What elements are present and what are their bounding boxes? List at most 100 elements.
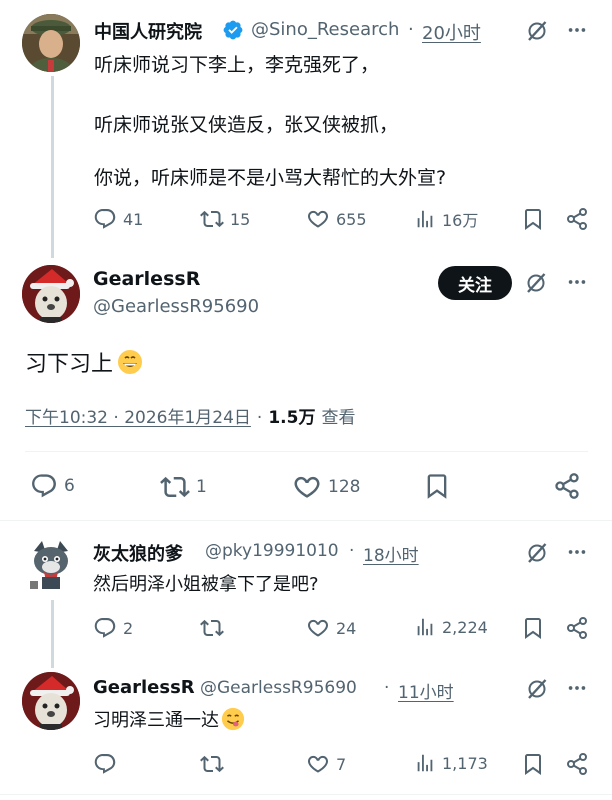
avatar-image: [22, 265, 80, 323]
bookmark-icon[interactable]: [521, 752, 545, 776]
post-meta: 下午10:32 · 2026年1月24日 · 1.5万 查看: [25, 403, 355, 428]
grok-icon[interactable]: [525, 19, 549, 43]
share-icon[interactable]: [565, 616, 589, 640]
author-name[interactable]: GearlessR: [93, 677, 195, 698]
views-count: 1,173: [442, 753, 488, 773]
separator-dot: ·: [408, 19, 414, 40]
author-handle[interactable]: @pky19991010: [205, 541, 339, 561]
post-text-content: 习明泽三通一达: [93, 710, 219, 731]
reply-icon: [93, 207, 117, 231]
post-text-line-2: 听床师说张又侠造反，张又侠被抓，: [94, 114, 399, 136]
grin-emoji-icon: [117, 349, 143, 375]
like-button[interactable]: 128: [292, 472, 360, 502]
divider: [25, 451, 588, 452]
grok-icon[interactable]: [525, 541, 549, 565]
avatar[interactable]: [22, 14, 80, 72]
views-count: 16万: [442, 211, 479, 230]
bookmark-icon[interactable]: [521, 616, 545, 640]
repost-count: 15: [230, 209, 251, 229]
views-button[interactable]: 1,173: [414, 752, 488, 774]
author-name[interactable]: GearlessR: [93, 268, 200, 290]
post-text: 习下习上: [25, 346, 143, 378]
thread-line: [51, 600, 54, 668]
post-text: 然后明泽小姐被拿下了是吧?: [93, 574, 319, 595]
separator-dot: ·: [349, 541, 355, 561]
like-count: 7: [336, 754, 347, 774]
reply-icon: [30, 472, 58, 500]
post-time[interactable]: 20小时: [422, 19, 481, 45]
like-icon: [292, 472, 322, 502]
share-icon[interactable]: [553, 472, 581, 500]
post-text-content: 习下习上: [25, 352, 114, 377]
views-button[interactable]: 2,224: [414, 616, 488, 638]
divider: [0, 794, 612, 795]
follow-button[interactable]: 关注: [438, 266, 512, 300]
verified-badge-icon: [222, 19, 244, 41]
post-text: 习明泽三通一达: [93, 706, 245, 732]
like-count: 24: [336, 618, 357, 638]
post-time[interactable]: 18小时: [363, 541, 419, 566]
reply-button[interactable]: 41: [93, 207, 143, 231]
views-button[interactable]: 16万: [414, 207, 478, 231]
separator-dot: ·: [384, 678, 390, 698]
reply-icon: [93, 752, 117, 776]
avatar[interactable]: [22, 265, 80, 323]
author-name[interactable]: 灰太狼的爹: [93, 540, 183, 566]
more-icon[interactable]: [566, 19, 588, 41]
like-button[interactable]: 7: [306, 752, 346, 776]
author-handle[interactable]: @Sino_Research: [251, 19, 399, 40]
more-icon[interactable]: [566, 541, 588, 563]
repost-button[interactable]: [200, 752, 230, 776]
more-icon[interactable]: [566, 271, 588, 293]
repost-button[interactable]: 1: [160, 472, 207, 502]
avatar-image: [22, 14, 80, 72]
reply-button[interactable]: 6: [30, 472, 75, 500]
reply-count: 2: [123, 618, 134, 638]
author-name[interactable]: 中国人研究院: [94, 18, 202, 44]
bookmark-icon[interactable]: [521, 207, 545, 231]
reply-count: 41: [123, 209, 144, 229]
views-count: 2,224: [442, 617, 488, 637]
reply-count: 6: [64, 476, 75, 496]
views-icon: [414, 208, 436, 230]
views-label: 查看: [321, 408, 356, 428]
repost-button[interactable]: [200, 616, 230, 640]
views-icon: [414, 752, 436, 774]
repost-icon: [200, 207, 224, 231]
reply-button[interactable]: 2: [93, 616, 133, 640]
post-text-line-3: 你说，听床师是不是小骂大帮忙的大外宣?: [94, 167, 447, 189]
reply-icon: [93, 616, 117, 640]
yum-emoji-icon: [221, 707, 245, 731]
follow-label: 关注: [458, 275, 492, 296]
avatar[interactable]: [22, 672, 80, 730]
author-handle[interactable]: @GearlessR95690: [200, 678, 357, 698]
views-count: 1.5万: [268, 408, 316, 428]
like-button[interactable]: 24: [306, 616, 356, 640]
repost-count: 1: [196, 477, 207, 497]
repost-button[interactable]: 15: [200, 207, 250, 231]
bookmark-icon[interactable]: [423, 472, 451, 500]
grok-icon[interactable]: [525, 677, 549, 701]
grok-icon[interactable]: [524, 271, 548, 295]
divider: [0, 520, 612, 521]
share-icon[interactable]: [565, 752, 589, 776]
author-handle[interactable]: @GearlessR95690: [93, 296, 259, 317]
avatar-image: [22, 672, 80, 730]
like-icon: [306, 616, 330, 640]
share-icon[interactable]: [565, 207, 589, 231]
like-button[interactable]: 655: [306, 207, 367, 231]
like-icon: [306, 207, 330, 231]
reply-button[interactable]: [93, 752, 123, 776]
post-time[interactable]: 11小时: [398, 678, 454, 703]
like-count: 128: [328, 477, 361, 497]
post-text-line-1: 听床师说习下李上，李克强死了，: [94, 54, 380, 76]
separator-dot: ·: [256, 408, 263, 428]
like-icon: [306, 752, 330, 776]
like-count: 655: [336, 209, 367, 229]
avatar-image: [22, 537, 80, 595]
more-icon[interactable]: [566, 677, 588, 699]
post-timestamp[interactable]: 下午10:32 · 2026年1月24日: [25, 403, 251, 428]
views-icon: [414, 616, 436, 638]
avatar[interactable]: [22, 537, 80, 595]
repost-icon: [200, 616, 224, 640]
